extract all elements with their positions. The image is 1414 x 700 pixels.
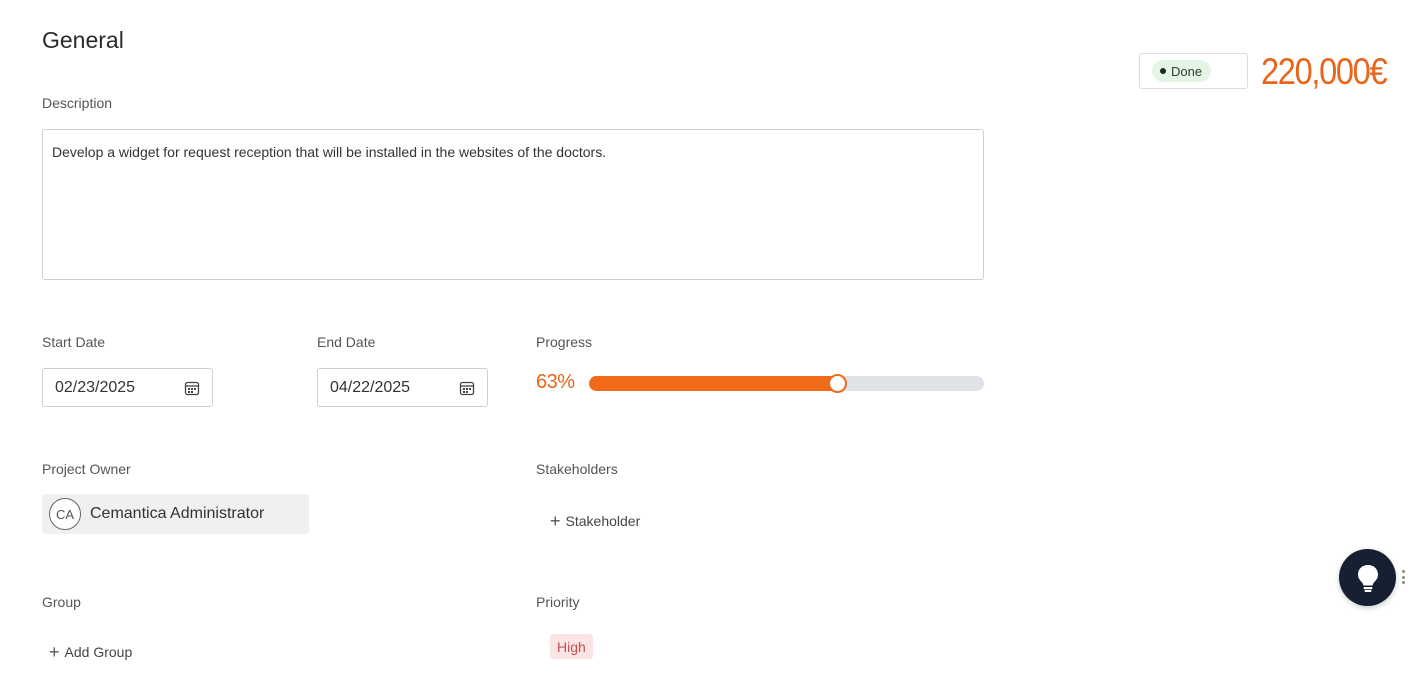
start-date-value: 02/23/2025 xyxy=(55,378,136,396)
end-date-label: End Date xyxy=(317,334,376,350)
end-date-input[interactable]: 04/22/2025 xyxy=(317,368,488,407)
description-label: Description xyxy=(42,95,113,111)
project-owner-name: Cemantica Administrator xyxy=(90,505,265,522)
start-date-label: Start Date xyxy=(42,334,106,350)
drag-dot xyxy=(1402,575,1405,579)
avatar: CA xyxy=(49,498,81,530)
end-date-value: 04/22/2025 xyxy=(330,378,411,396)
progress-label: Progress xyxy=(536,334,593,350)
drag-handle[interactable] xyxy=(1402,570,1406,584)
group-label: Group xyxy=(42,594,81,610)
drag-dot xyxy=(1402,570,1405,573)
plus-icon: + xyxy=(550,511,561,531)
status-dot-icon xyxy=(1160,68,1166,74)
progress-fill xyxy=(589,376,838,391)
project-owner-label: Project Owner xyxy=(42,461,131,477)
drag-dot xyxy=(1402,581,1405,584)
calendar-icon[interactable] xyxy=(184,380,200,396)
priority-label: Priority xyxy=(536,594,580,610)
stakeholders-label: Stakeholders xyxy=(536,461,618,477)
project-owner-chip[interactable]: CA Cemantica Administrator xyxy=(42,494,309,534)
budget-amount: 220,000€ xyxy=(1261,51,1388,92)
add-stakeholder-label: Stakeholder xyxy=(565,513,641,529)
description-field[interactable]: Develop a widget for request reception t… xyxy=(42,129,984,280)
add-group-label: Add Group xyxy=(64,644,133,660)
add-group-button[interactable]: + Add Group xyxy=(49,642,133,662)
status-value: Done xyxy=(1171,63,1203,79)
progress-slider-handle[interactable] xyxy=(828,374,847,393)
add-stakeholder-button[interactable]: + Stakeholder xyxy=(550,511,641,531)
calendar-icon[interactable] xyxy=(459,380,475,396)
priority-badge[interactable]: High xyxy=(550,634,593,659)
help-button[interactable] xyxy=(1339,549,1396,606)
lightbulb-icon xyxy=(1357,564,1378,592)
start-date-input[interactable]: 02/23/2025 xyxy=(42,368,213,407)
progress-value: 63% xyxy=(536,371,575,393)
status-select[interactable]: Done xyxy=(1139,53,1248,89)
progress-slider[interactable] xyxy=(589,374,984,393)
plus-icon: + xyxy=(49,642,60,662)
status-badge: Done xyxy=(1152,60,1212,82)
page-title: General xyxy=(42,27,124,53)
